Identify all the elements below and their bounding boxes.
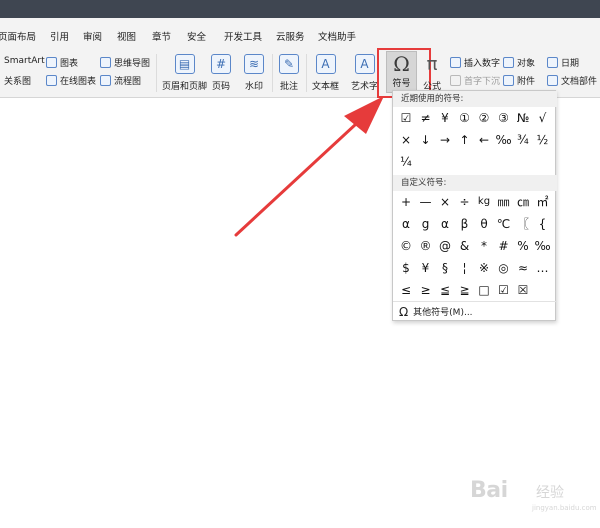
baidu-jingyan-watermark: Bai 经验 jingyan.baidu.com xyxy=(470,478,597,512)
arrow-shaft xyxy=(234,122,358,237)
red-annotation-arrow xyxy=(234,96,384,237)
